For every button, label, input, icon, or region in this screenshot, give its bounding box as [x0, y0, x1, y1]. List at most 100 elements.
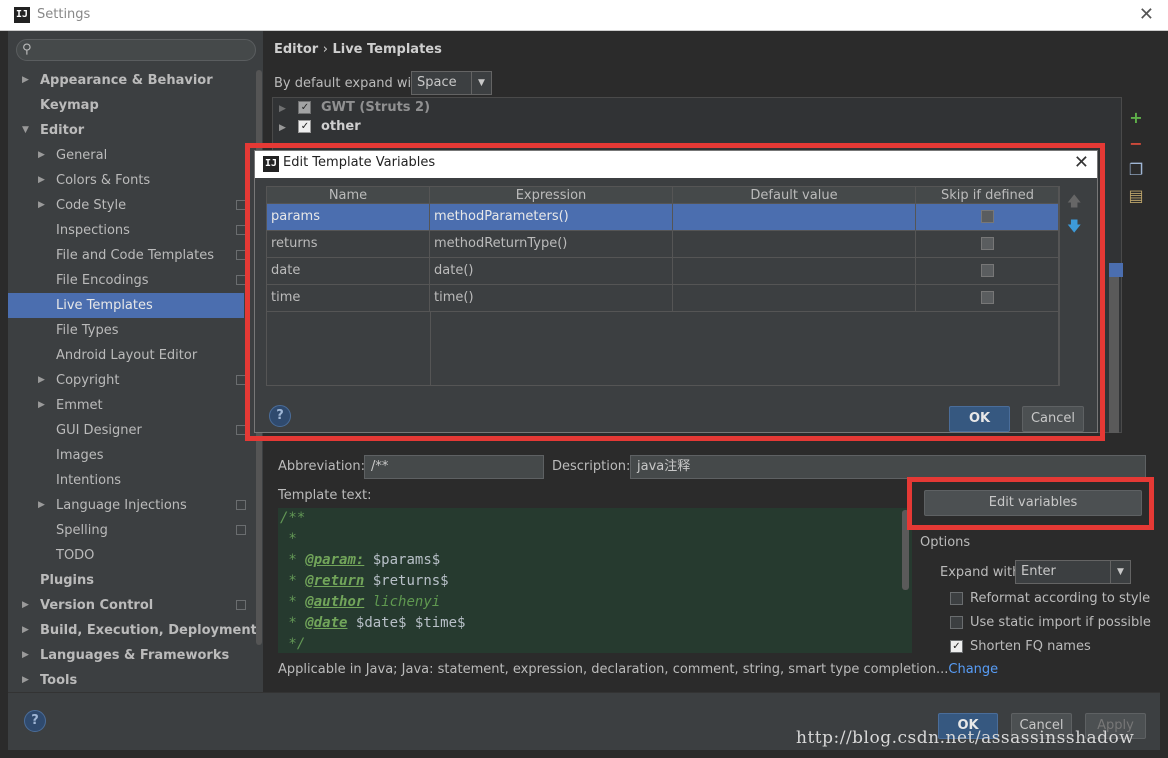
sidebar-item-label: TODO — [56, 548, 95, 563]
checkbox-icon[interactable] — [950, 592, 963, 605]
list-scrollbar[interactable] — [1109, 263, 1119, 433]
abbreviation-field[interactable]: /** — [364, 455, 544, 479]
code-line: */ — [280, 636, 306, 652]
sidebar-item-code-style[interactable]: ▶ Code Style — [8, 193, 246, 218]
sidebar-item-language-injections[interactable]: ▶ Language Injections — [8, 493, 246, 518]
sidebar-item-label: Languages & Frameworks — [40, 648, 230, 663]
window-title: Settings — [37, 7, 91, 22]
chevron-right-icon[interactable]: ▶ — [38, 368, 45, 393]
static-import-option[interactable]: Use static import if possible — [950, 615, 1151, 630]
sidebar-item-copyright[interactable]: ▶ Copyright — [8, 368, 246, 393]
chevron-right-icon[interactable]: ▶ — [38, 193, 45, 218]
expand-with-label: By default expand with — [274, 76, 425, 91]
code-line: * — [280, 531, 297, 547]
sidebar-item-label: Emmet — [56, 398, 103, 413]
highlight-box-edit-variables — [907, 477, 1154, 530]
group-icon[interactable]: ▤ — [1126, 186, 1146, 212]
change-context-link[interactable]: Change — [948, 662, 998, 677]
sidebar-item-languages-frameworks[interactable]: ▶ Languages & Frameworks — [8, 643, 244, 668]
reformat-option[interactable]: Reformat according to style — [950, 591, 1150, 606]
sidebar-item-appearance-behavior[interactable]: ▶ Appearance & Behavior — [8, 68, 244, 93]
chevron-down-icon[interactable]: ▼ — [22, 118, 29, 143]
sidebar-item-label: File Encodings — [56, 273, 149, 288]
reformat-label: Reformat according to style — [970, 591, 1151, 606]
sidebar-item-label: Intentions — [56, 473, 122, 488]
sidebar-item-gui-designer[interactable]: GUI Designer — [8, 418, 246, 443]
sidebar-item-tools[interactable]: ▶ Tools — [8, 668, 244, 693]
sidebar-item-version-control[interactable]: ▶ Version Control — [8, 593, 246, 618]
breadcrumb-live-templates: Live Templates — [332, 42, 442, 57]
applicable-text: Applicable in Java; Java: statement, exp… — [278, 662, 949, 677]
sidebar-item-label: Keymap — [40, 98, 99, 113]
sidebar-item-editor[interactable]: ▼ Editor — [8, 118, 244, 143]
sidebar-item-todo[interactable]: TODO — [8, 543, 244, 568]
list-selection-marker — [1109, 263, 1123, 277]
applicable-context: Applicable in Java; Java: statement, exp… — [278, 662, 998, 677]
sidebar-item-intentions[interactable]: Intentions — [8, 468, 244, 493]
chevron-right-icon[interactable]: ▶ — [22, 668, 29, 693]
chevron-right-icon[interactable]: ▶ — [38, 143, 45, 168]
chevron-right-icon[interactable]: ▶ — [22, 643, 29, 668]
expand-with-select[interactable]: Space ▼ — [411, 71, 492, 95]
sidebar-item-label: GUI Designer — [56, 423, 142, 438]
sidebar-item-file-and-code-templates[interactable]: File and Code Templates — [8, 243, 246, 268]
chevron-right-icon[interactable]: ▶ — [22, 593, 29, 618]
close-icon[interactable]: ✕ — [1139, 4, 1154, 25]
group-label: GWT (Struts 2) — [320, 100, 431, 115]
highlight-box-dialog — [245, 143, 1105, 441]
template-text-editor[interactable]: /** * * @param: $params$ * @return $retu… — [278, 508, 912, 653]
sidebar-item-android-layout-editor[interactable]: Android Layout Editor — [8, 343, 244, 368]
sidebar-item-label: Appearance & Behavior — [40, 73, 213, 88]
chevron-right-icon[interactable]: ▶ — [38, 393, 45, 418]
description-label: Description: — [552, 459, 631, 474]
watermark-text: http://blog.csdn.net/assassinsshadow — [796, 728, 1135, 748]
sidebar-item-file-encodings[interactable]: File Encodings — [8, 268, 246, 293]
chevron-right-icon[interactable]: ▶ — [38, 493, 45, 518]
sidebar-item-inspections[interactable]: Inspections — [8, 218, 246, 243]
sidebar-item-plugins[interactable]: Plugins — [8, 568, 244, 593]
sidebar-item-label: Code Style — [56, 198, 127, 213]
search-input[interactable]: ⚲ — [16, 39, 256, 61]
checkbox-icon[interactable] — [950, 616, 963, 629]
sidebar-item-keymap[interactable]: Keymap — [8, 93, 244, 118]
shorten-fq-option[interactable]: ✓ Shorten FQ names — [950, 639, 1091, 654]
breadcrumb-editor[interactable]: Editor — [274, 42, 318, 57]
code-line: * @author lichenyi — [280, 594, 441, 610]
sidebar-item-general[interactable]: ▶ General — [8, 143, 244, 168]
sidebar-item-label: Inspections — [56, 223, 130, 238]
sidebar-item-label: Spelling — [56, 523, 108, 538]
search-icon: ⚲ — [22, 42, 32, 57]
chevron-right-icon: ▶ — [279, 104, 286, 114]
sidebar-item-file-types[interactable]: File Types — [8, 318, 244, 343]
checkbox-icon[interactable]: ✓ — [298, 120, 312, 133]
list-item[interactable]: ▶ ✓ GWT (Struts 2) — [279, 100, 430, 115]
sidebar-item-colors-fonts[interactable]: ▶ Colors & Fonts — [8, 168, 244, 193]
sidebar-item-label: File and Code Templates — [56, 248, 214, 263]
chevron-right-icon[interactable]: ▶ — [22, 68, 29, 93]
list-item[interactable]: ▶ ✓ other — [279, 119, 361, 134]
expand-with-option-label: Expand with — [940, 565, 1021, 580]
sidebar-item-build-execution-deployment[interactable]: ▶ Build, Execution, Deployment — [8, 618, 257, 643]
window-title-bar: IJ Settings ✕ — [0, 0, 1168, 31]
sidebar-item-emmet[interactable]: ▶ Emmet — [8, 393, 244, 418]
option-expand-with-select[interactable]: Enter ▼ — [1015, 560, 1131, 584]
checkbox-icon[interactable]: ✓ — [298, 101, 312, 114]
sidebar-item-live-templates[interactable]: Live Templates — [8, 293, 244, 318]
project-scope-icon — [236, 525, 246, 535]
sidebar-item-label: Language Injections — [56, 498, 187, 513]
breadcrumb: Editor › Live Templates — [274, 42, 442, 57]
sidebar-item-images[interactable]: Images — [8, 443, 244, 468]
options-title: Options — [920, 535, 971, 550]
group-label: other — [320, 119, 361, 134]
project-scope-icon — [236, 600, 246, 610]
sidebar-item-spelling[interactable]: Spelling — [8, 518, 246, 543]
add-icon[interactable]: + — [1126, 108, 1146, 134]
description-field[interactable]: java注释 — [630, 455, 1146, 479]
checkbox-checked-icon[interactable]: ✓ — [950, 640, 963, 653]
remove-icon[interactable]: − — [1126, 134, 1146, 160]
chevron-right-icon[interactable]: ▶ — [38, 168, 45, 193]
help-icon[interactable]: ? — [24, 710, 46, 732]
copy-icon[interactable]: ❐ — [1126, 160, 1146, 186]
chevron-right-icon[interactable]: ▶ — [22, 618, 29, 643]
template-text-label: Template text: — [278, 488, 372, 503]
